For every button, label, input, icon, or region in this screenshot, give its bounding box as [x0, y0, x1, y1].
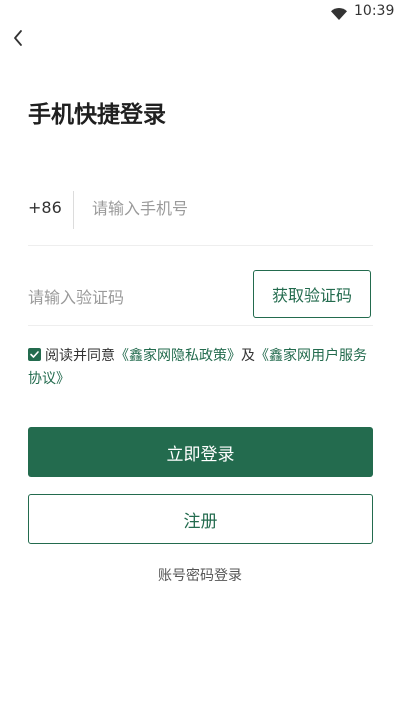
- phone-input[interactable]: [92, 193, 367, 223]
- back-button[interactable]: [4, 26, 32, 54]
- chevron-left-icon: [12, 29, 24, 51]
- page-title: 手机快捷登录: [28, 102, 166, 128]
- status-bar: 10:39: [0, 0, 400, 24]
- agreement: 阅读并同意《鑫家网隐私政策》及《鑫家网用户服务协议》: [28, 345, 373, 391]
- country-code[interactable]: +86: [28, 195, 62, 221]
- agreement-prefix: 阅读并同意: [45, 348, 115, 364]
- divider: [28, 325, 373, 326]
- register-button[interactable]: 注册: [28, 494, 373, 544]
- privacy-policy-link[interactable]: 《鑫家网隐私政策》: [115, 348, 241, 364]
- code-row: 获取验证码: [28, 270, 373, 322]
- phone-row: +86: [28, 185, 373, 245]
- agree-checkbox[interactable]: [28, 348, 41, 361]
- wifi-icon: [331, 5, 347, 20]
- password-login-link[interactable]: 账号密码登录: [0, 565, 400, 587]
- status-time: 10:39: [354, 3, 395, 19]
- get-code-button[interactable]: 获取验证码: [253, 270, 371, 318]
- divider: [73, 191, 74, 229]
- code-input[interactable]: [28, 283, 228, 311]
- check-icon: [30, 351, 39, 358]
- divider: [28, 245, 373, 246]
- agreement-joiner: 及: [241, 348, 255, 364]
- login-button[interactable]: 立即登录: [28, 427, 373, 477]
